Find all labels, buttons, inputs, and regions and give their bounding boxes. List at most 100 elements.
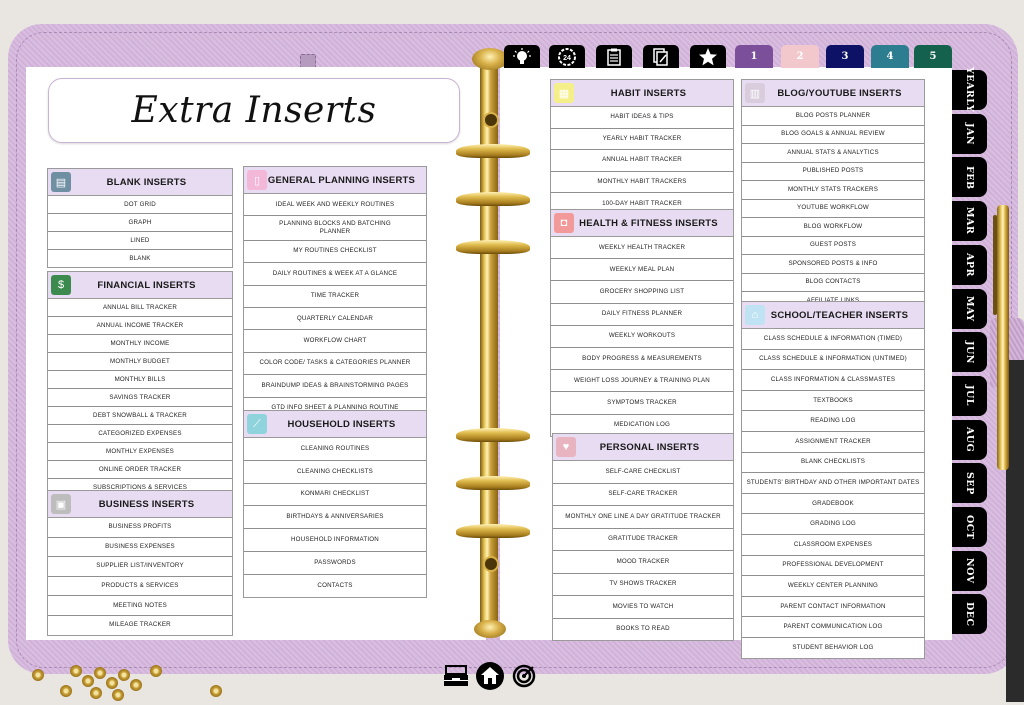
month-tab-mar[interactable]: MAR: [952, 201, 987, 242]
goals-button[interactable]: [510, 662, 538, 690]
insert-link[interactable]: WEIGHT LOSS JOURNEY & TRAINING PLAN: [551, 370, 733, 393]
tab-section-3[interactable]: 3: [826, 45, 864, 68]
insert-link[interactable]: SELF-CARE CHECKLIST: [553, 461, 733, 484]
month-tab-jun[interactable]: JUN: [952, 332, 987, 373]
insert-link[interactable]: PLANNING BLOCKS AND BATCHING PLANNER: [244, 216, 426, 241]
insert-link[interactable]: MILEAGE TRACKER: [48, 616, 232, 635]
insert-link[interactable]: LINED: [48, 232, 232, 250]
insert-link[interactable]: MONTHLY ONE LINE A DAY GRATITUDE TRACKER: [553, 506, 733, 529]
insert-link[interactable]: KONMARI CHECKLIST: [244, 484, 426, 507]
insert-link[interactable]: MONTHLY STATS TRACKERS: [742, 181, 924, 200]
insert-link[interactable]: PROFESSIONAL DEVELOPMENT: [742, 556, 924, 577]
insert-link[interactable]: WEEKLY HEALTH TRACKER: [551, 237, 733, 260]
insert-link[interactable]: WEEKLY WORKOUTS: [551, 326, 733, 348]
month-tab-aug[interactable]: AUG: [952, 419, 987, 460]
insert-link[interactable]: COLOR CODE/ TASKS & CATEGORIES PLANNER: [244, 353, 426, 376]
insert-link[interactable]: PASSWORDS: [244, 552, 426, 575]
insert-link[interactable]: GRAPH: [48, 214, 232, 232]
insert-link[interactable]: BLANK CHECKLISTS: [742, 453, 924, 474]
insert-link[interactable]: GRADING LOG: [742, 514, 924, 535]
tab-section-2[interactable]: 2: [781, 45, 819, 68]
insert-link[interactable]: BLANK: [48, 250, 232, 267]
month-tab-jan[interactable]: JAN: [952, 113, 987, 154]
insert-link[interactable]: GROCERY SHOPPING LIST: [551, 281, 733, 304]
month-tab-apr[interactable]: APR: [952, 244, 987, 285]
insert-link[interactable]: BLOG WORKFLOW: [742, 218, 924, 237]
insert-link[interactable]: YOUTUBE WORKFLOW: [742, 200, 924, 218]
insert-link[interactable]: CATEGORIZED EXPENSES: [48, 425, 232, 443]
insert-link[interactable]: TIME TRACKER: [244, 286, 426, 308]
insert-link[interactable]: ANNUAL INCOME TRACKER: [48, 317, 232, 335]
insert-link[interactable]: WEEKLY CENTER PLANNING: [742, 576, 924, 597]
insert-link[interactable]: ANNUAL BILL TRACKER: [48, 299, 232, 317]
insert-link[interactable]: SYMPTOMS TRACKER: [551, 392, 733, 415]
insert-link[interactable]: GRATITUDE TRACKER: [553, 529, 733, 551]
insert-link[interactable]: ASSIGNMENT TRACKER: [742, 432, 924, 453]
insert-link[interactable]: CLASS INFORMATION & CLASSMASTES: [742, 370, 924, 391]
insert-link[interactable]: YEARLY HABIT TRACKER: [551, 129, 733, 151]
tab-section-1[interactable]: 1: [735, 45, 773, 68]
tab-24-hours[interactable]: 24: [549, 45, 585, 68]
insert-link[interactable]: PRODUCTS & SERVICES: [48, 577, 232, 597]
insert-link[interactable]: SAVINGS TRACKER: [48, 389, 232, 407]
insert-link[interactable]: MONTHLY INCOME: [48, 335, 232, 353]
month-tab-feb[interactable]: FEB: [952, 157, 987, 198]
tab-checklist[interactable]: [596, 45, 632, 68]
insert-link[interactable]: BLOG CONTACTS: [742, 274, 924, 292]
insert-link[interactable]: HOUSEHOLD INFORMATION: [244, 529, 426, 552]
month-tab-nov[interactable]: NOV: [952, 550, 987, 591]
insert-link[interactable]: MONTHLY BILLS: [48, 371, 232, 389]
insert-link[interactable]: STUDENT BEHAVIOR LOG: [742, 638, 924, 658]
month-tab-jul[interactable]: JUL: [952, 375, 987, 416]
insert-link[interactable]: BLOG GOALS & ANNUAL REVIEW: [742, 126, 924, 144]
insert-link[interactable]: MONTHLY EXPENSES: [48, 443, 232, 461]
insert-link[interactable]: CLASS SCHEDULE & INFORMATION (TIMED): [742, 329, 924, 350]
insert-link[interactable]: BOOKS TO READ: [553, 619, 733, 641]
insert-link[interactable]: CLASSROOM EXPENSES: [742, 535, 924, 556]
insert-link[interactable]: IDEAL WEEK AND WEEKLY ROUTINES: [244, 194, 426, 217]
month-tab-sep[interactable]: SEP: [952, 463, 987, 504]
insert-link[interactable]: MONTHLY BUDGET: [48, 353, 232, 371]
insert-link[interactable]: CLEANING ROUTINES: [244, 438, 426, 461]
insert-link[interactable]: BUSINESS EXPENSES: [48, 538, 232, 558]
insert-link[interactable]: CLEANING CHECKLISTS: [244, 461, 426, 484]
home-button[interactable]: [476, 662, 504, 690]
insert-link[interactable]: GUEST POSTS: [742, 237, 924, 255]
insert-link[interactable]: DOT GRID: [48, 196, 232, 214]
insert-link[interactable]: STUDENTS' BIRTHDAY AND OTHER IMPORTANT D…: [742, 473, 924, 494]
insert-link[interactable]: MY ROUTINES CHECKLIST: [244, 241, 426, 264]
insert-link[interactable]: ANNUAL HABIT TRACKER: [551, 150, 733, 172]
insert-link[interactable]: SPONSORED POSTS & INFO: [742, 255, 924, 274]
insert-link[interactable]: WEEKLY MEAL PLAN: [551, 259, 733, 282]
insert-link[interactable]: PARENT CONTACT INFORMATION: [742, 597, 924, 618]
month-tab-dec[interactable]: DEC: [952, 594, 987, 635]
tab-favorites[interactable]: [690, 45, 726, 68]
insert-link[interactable]: BLOG POSTS PLANNER: [742, 107, 924, 126]
insert-link[interactable]: MOOD TRACKER: [553, 551, 733, 574]
insert-link[interactable]: ONLINE ORDER TRACKER: [48, 461, 232, 479]
insert-link[interactable]: DEBT SNOWBALL & TRACKER: [48, 407, 232, 425]
insert-link[interactable]: MONTHLY HABIT TRACKERS: [551, 172, 733, 194]
insert-link[interactable]: DAILY FITNESS PLANNER: [551, 304, 733, 326]
insert-link[interactable]: TEXTBOOKS: [742, 391, 924, 412]
insert-link[interactable]: BODY PROGRESS & MEASUREMENTS: [551, 348, 733, 371]
insert-link[interactable]: QUARTERLY CALENDAR: [244, 308, 426, 331]
month-tab-may[interactable]: MAY: [952, 288, 987, 329]
tab-lightbulb[interactable]: [504, 45, 540, 68]
month-tab-oct[interactable]: OCT: [952, 507, 987, 547]
month-tab-yearly[interactable]: YEARLY: [952, 67, 987, 113]
insert-link[interactable]: WORKFLOW CHART: [244, 330, 426, 353]
insert-link[interactable]: CONTACTS: [244, 575, 426, 597]
insert-link[interactable]: GRADEBOOK: [742, 494, 924, 515]
insert-link[interactable]: BRAINDUMP IDEAS & BRAINSTORMING PAGES: [244, 375, 426, 398]
insert-link[interactable]: SELF-CARE TRACKER: [553, 484, 733, 506]
tab-section-4[interactable]: 4: [871, 45, 909, 68]
insert-link[interactable]: MOVIES TO WATCH: [553, 596, 733, 619]
insert-link[interactable]: MEETING NOTES: [48, 596, 232, 616]
insert-link[interactable]: HABIT IDEAS & TIPS: [551, 107, 733, 129]
insert-link[interactable]: CLASS SCHEDULE & INFORMATION (UNTIMED): [742, 350, 924, 371]
insert-link[interactable]: BUSINESS PROFITS: [48, 518, 232, 538]
insert-link[interactable]: PARENT COMMUNICATION LOG: [742, 617, 924, 638]
inbox-button[interactable]: [442, 662, 470, 690]
insert-link[interactable]: PUBLISHED POSTS: [742, 163, 924, 181]
